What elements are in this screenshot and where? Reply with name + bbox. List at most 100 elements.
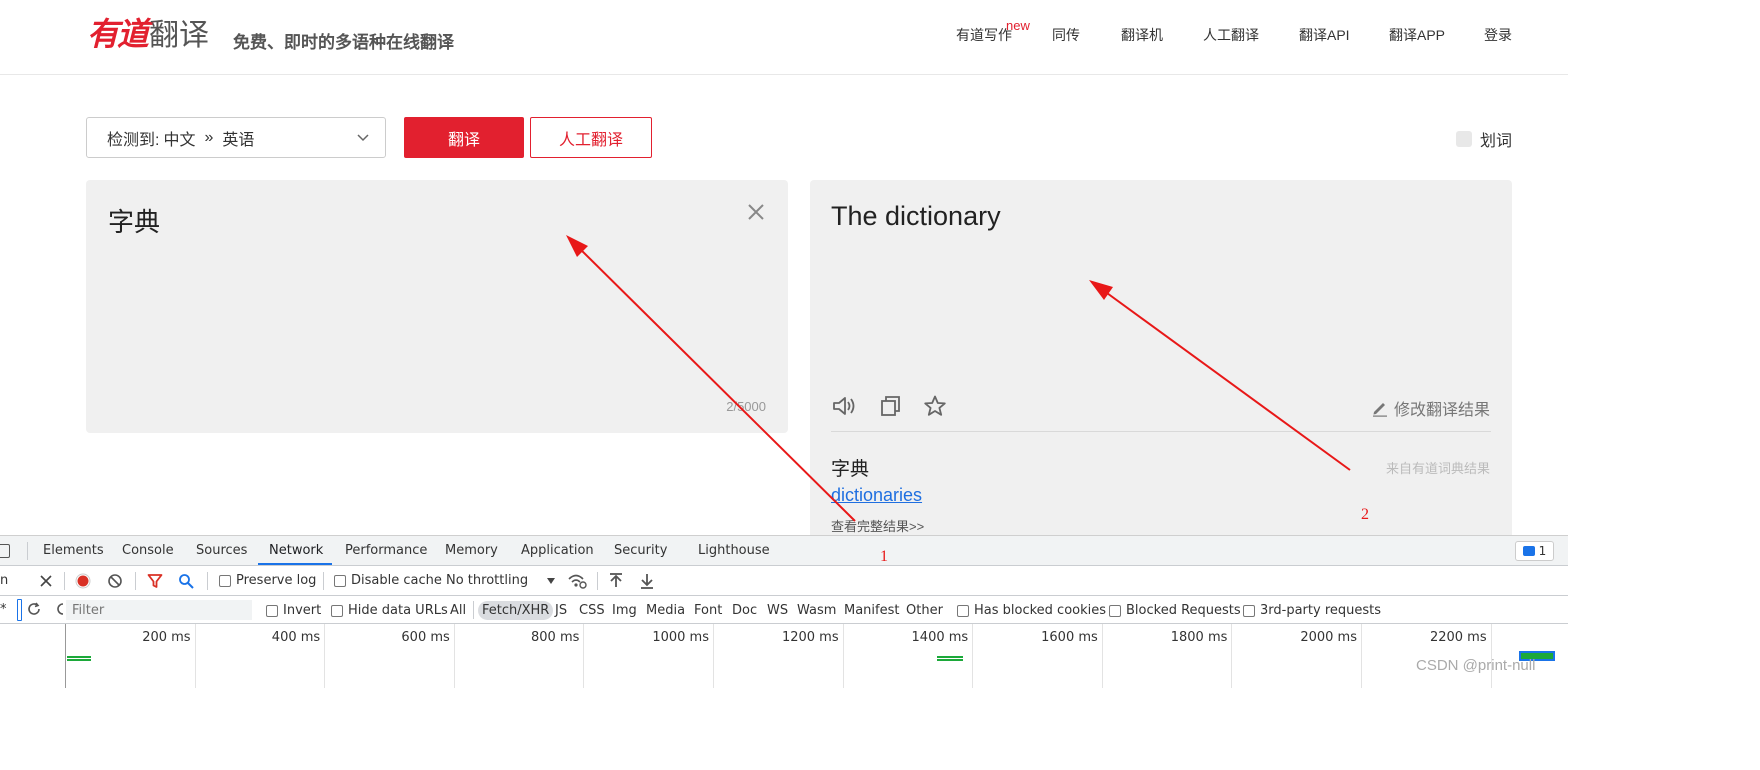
type-filter-img[interactable]: Img bbox=[612, 603, 637, 618]
device-toggle-icon[interactable] bbox=[0, 544, 10, 558]
tab-application[interactable]: Application bbox=[521, 543, 594, 558]
human-translate-button[interactable]: 人工翻译 bbox=[530, 117, 652, 158]
invert-option[interactable]: Invert bbox=[266, 603, 321, 618]
devtools-panel: Elements Console Sources Network Perform… bbox=[0, 535, 1568, 688]
third-party-option[interactable]: 3rd-party requests bbox=[1243, 603, 1381, 618]
source-language: 中文 bbox=[163, 131, 196, 149]
nav-item-human[interactable]: 人工翻译 bbox=[1203, 25, 1259, 45]
devtools-tab-bar: Elements Console Sources Network Perform… bbox=[0, 536, 1568, 566]
tab-sources[interactable]: Sources bbox=[196, 543, 247, 558]
star-icon[interactable] bbox=[923, 395, 947, 417]
direction-arrow: » bbox=[204, 128, 214, 146]
dict-entry-link[interactable]: dictionaries bbox=[831, 485, 922, 506]
detect-label: 检测到: bbox=[107, 131, 160, 149]
annotation-label-1: 1 bbox=[880, 548, 888, 565]
full-result-link[interactable]: 查看完整结果>> bbox=[831, 516, 924, 535]
csdn-watermark: CSDN @print-null bbox=[1416, 657, 1536, 674]
tab-security[interactable]: Security bbox=[614, 543, 667, 558]
nav-item-interpret[interactable]: 同传 bbox=[1052, 25, 1080, 45]
network-overview-timeline[interactable]: 200 ms 400 ms 600 ms 800 ms 1000 ms 1200 ms 14… bbox=[0, 624, 1568, 688]
record-icon[interactable] bbox=[75, 573, 91, 589]
timeline-tick-label: 1800 ms bbox=[1170, 630, 1228, 645]
reload-icon[interactable] bbox=[27, 602, 41, 616]
nav-item-app[interactable]: 翻译APP bbox=[1389, 25, 1445, 45]
type-filter-doc[interactable]: Doc bbox=[732, 603, 757, 618]
filter-icon[interactable] bbox=[147, 573, 163, 589]
type-filter-css[interactable]: CSS bbox=[579, 603, 605, 618]
word-select-checkbox[interactable] bbox=[1456, 131, 1472, 147]
language-select[interactable]: 检测到: 中文 » 英语 bbox=[86, 117, 386, 158]
copy-icon[interactable] bbox=[879, 395, 903, 417]
active-tab-indicator bbox=[258, 563, 332, 565]
type-filter-wasm[interactable]: Wasm bbox=[797, 603, 836, 618]
timeline-gridline bbox=[713, 624, 714, 688]
hide-data-urls-option[interactable]: Hide data URLs bbox=[331, 603, 448, 618]
network-conditions-icon[interactable] bbox=[567, 572, 587, 590]
dict-headword: 字典 bbox=[831, 459, 870, 480]
source-panel[interactable]: 字典 2/5000 bbox=[86, 180, 788, 433]
type-filter-manifest[interactable]: Manifest bbox=[844, 603, 899, 618]
search-icon[interactable] bbox=[178, 573, 194, 589]
top-nav: 有道写作 同传 翻译机 人工翻译 翻译API 翻译APP 登录 bbox=[0, 25, 1568, 45]
target-language: 英语 bbox=[222, 131, 255, 149]
close-icon[interactable] bbox=[746, 202, 766, 222]
type-filter-js[interactable]: JS bbox=[555, 603, 567, 618]
export-har-icon[interactable] bbox=[640, 573, 654, 589]
tab-performance[interactable]: Performance bbox=[345, 543, 427, 558]
type-filter-all[interactable]: All bbox=[450, 603, 466, 618]
edit-result-button[interactable]: 修改翻译结果 bbox=[1371, 396, 1490, 420]
timeline-tick-label: 200 ms bbox=[142, 630, 191, 645]
timeline-tick-label: 1400 ms bbox=[911, 630, 969, 645]
blocked-requests-checkbox[interactable] bbox=[1109, 604, 1121, 617]
hide-data-urls-checkbox[interactable] bbox=[331, 604, 343, 617]
request-bar bbox=[937, 656, 963, 658]
type-filter-other[interactable]: Other bbox=[906, 603, 943, 618]
timeline-gridline bbox=[583, 624, 585, 688]
timeline-gridline bbox=[1361, 624, 1362, 688]
issues-badge[interactable]: 1 bbox=[1515, 541, 1554, 561]
type-filter-media[interactable]: Media bbox=[646, 603, 685, 618]
third-party-checkbox[interactable] bbox=[1243, 604, 1255, 617]
result-panel: The dictionary 修改翻译结果 字典 来自有道词典结果 dictio… bbox=[810, 180, 1512, 540]
tab-memory[interactable]: Memory bbox=[445, 543, 498, 558]
nav-item-login[interactable]: 登录 bbox=[1484, 25, 1512, 45]
translate-button[interactable]: 翻译 bbox=[404, 117, 524, 158]
blocked-cookies-checkbox[interactable] bbox=[957, 604, 969, 617]
request-bar bbox=[937, 659, 963, 661]
import-har-icon[interactable] bbox=[609, 573, 623, 589]
network-toolbar: n Preserve log Disable cache No throttli… bbox=[0, 566, 1568, 596]
disable-cache-option[interactable]: Disable cache bbox=[334, 573, 442, 588]
type-filter-ws[interactable]: WS bbox=[767, 603, 788, 618]
site-header: 有道 翻译 免费、即时的多语种在线翻译 有道写作 同传 翻译机 人工翻译 翻译A… bbox=[0, 0, 1568, 75]
annotation-label-2: 2 bbox=[1361, 506, 1369, 523]
word-select-toggle[interactable]: 划词 bbox=[1456, 127, 1512, 151]
dict-source-note: 来自有道词典结果 bbox=[1385, 461, 1490, 476]
blocked-cookies-option[interactable]: Has blocked cookies bbox=[957, 603, 1106, 618]
filter-input[interactable] bbox=[66, 600, 252, 620]
type-filter-font[interactable]: Font bbox=[694, 603, 722, 618]
tab-console[interactable]: Console bbox=[122, 543, 174, 558]
blocked-requests-option[interactable]: Blocked Requests bbox=[1109, 603, 1241, 618]
speaker-icon[interactable] bbox=[832, 395, 856, 417]
nav-item-api[interactable]: 翻译API bbox=[1299, 25, 1350, 45]
throttling-value: No throttling bbox=[446, 573, 529, 588]
tab-lighthouse[interactable]: Lighthouse bbox=[698, 543, 770, 558]
tab-separator bbox=[27, 542, 28, 560]
clear-icon[interactable] bbox=[107, 573, 123, 589]
tab-elements[interactable]: Elements bbox=[43, 543, 104, 558]
type-filter-fetch-xhr[interactable]: Fetch/XHR bbox=[478, 601, 554, 620]
preserve-log-option[interactable]: Preserve log bbox=[219, 573, 316, 588]
preserve-log-checkbox[interactable] bbox=[219, 574, 231, 587]
close-icon[interactable] bbox=[40, 575, 52, 587]
tab-network[interactable]: Network bbox=[269, 543, 323, 558]
invert-checkbox[interactable] bbox=[266, 604, 278, 617]
nav-item-writing[interactable]: 有道写作 bbox=[956, 25, 1012, 45]
source-textarea[interactable]: 字典 bbox=[108, 202, 160, 239]
timeline-gridline bbox=[324, 624, 326, 688]
throttling-select[interactable]: No throttling bbox=[446, 573, 556, 588]
nav-item-device[interactable]: 翻译机 bbox=[1121, 25, 1163, 45]
timeline-gridline bbox=[453, 624, 455, 688]
blocked-cookies-label: Has blocked cookies bbox=[974, 603, 1107, 618]
disable-cache-checkbox[interactable] bbox=[334, 574, 346, 587]
focus-indicator bbox=[17, 599, 22, 621]
